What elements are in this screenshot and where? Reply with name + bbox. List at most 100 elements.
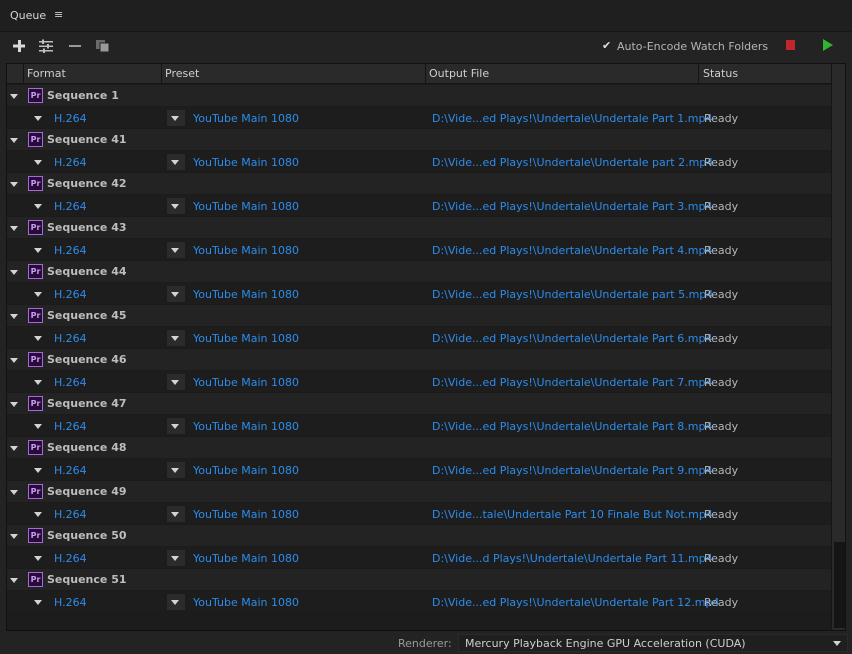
encode-item-row[interactable]: H.264 YouTube Main 1080 D:\Vide...ed Plays…: [7, 459, 831, 481]
column-preset[interactable]: Preset: [165, 67, 199, 80]
expand-triangle-icon[interactable]: [10, 578, 18, 583]
encode-item-row[interactable]: H.264 YouTube Main 1080 D:\Vide...ed Plays…: [7, 591, 831, 613]
format-dropdown-icon[interactable]: [34, 380, 42, 385]
sequence-row[interactable]: Pr Sequence 51: [7, 569, 831, 591]
format-link[interactable]: H.264: [54, 552, 87, 565]
preset-link[interactable]: YouTube Main 1080: [193, 288, 299, 301]
preset-dropdown[interactable]: [167, 506, 185, 522]
sequence-row[interactable]: Pr Sequence 47: [7, 393, 831, 415]
sequence-row[interactable]: Pr Sequence 48: [7, 437, 831, 459]
output-file-link[interactable]: D:\Vide...d Plays!\Undertale\Undertale P…: [432, 552, 713, 565]
format-dropdown-icon[interactable]: [34, 292, 42, 297]
duplicate-icon[interactable]: [95, 38, 111, 54]
format-link[interactable]: H.264: [54, 288, 87, 301]
expand-triangle-icon[interactable]: [10, 490, 18, 495]
column-divider[interactable]: [161, 64, 162, 84]
renderer-dropdown[interactable]: Mercury Playback Engine GPU Acceleration…: [458, 634, 848, 652]
preset-dropdown[interactable]: [167, 418, 185, 434]
format-link[interactable]: H.264: [54, 420, 87, 433]
encode-item-row[interactable]: H.264 YouTube Main 1080 D:\Vide...ed Plays…: [7, 283, 831, 305]
expand-triangle-icon[interactable]: [10, 534, 18, 539]
preset-dropdown[interactable]: [167, 198, 185, 214]
encode-item-row[interactable]: H.264 YouTube Main 1080 D:\Vide...d Plays!…: [7, 547, 831, 569]
output-file-link[interactable]: D:\Vide...ed Plays!\Undertale\Undertale …: [432, 112, 712, 125]
format-link[interactable]: H.264: [54, 244, 87, 257]
preset-link[interactable]: YouTube Main 1080: [193, 508, 299, 521]
expand-triangle-icon[interactable]: [10, 182, 18, 187]
expand-triangle-icon[interactable]: [10, 446, 18, 451]
vertical-scrollbar[interactable]: [831, 64, 845, 630]
format-dropdown-icon[interactable]: [34, 556, 42, 561]
preset-link[interactable]: YouTube Main 1080: [193, 156, 299, 169]
preset-link[interactable]: YouTube Main 1080: [193, 552, 299, 565]
format-link[interactable]: H.264: [54, 376, 87, 389]
format-dropdown-icon[interactable]: [34, 116, 42, 121]
preset-link[interactable]: YouTube Main 1080: [193, 200, 299, 213]
column-divider[interactable]: [425, 64, 426, 84]
output-file-link[interactable]: D:\Vide...ed Plays!\Undertale\Undertale …: [432, 420, 712, 433]
encode-item-row[interactable]: H.264 YouTube Main 1080 D:\Vide...ed Plays…: [7, 415, 831, 437]
sequence-row[interactable]: Pr Sequence 43: [7, 217, 831, 239]
preset-link[interactable]: YouTube Main 1080: [193, 420, 299, 433]
stop-queue-button[interactable]: [786, 40, 795, 50]
expand-triangle-icon[interactable]: [10, 94, 18, 99]
format-link[interactable]: H.264: [54, 200, 87, 213]
encode-item-row[interactable]: H.264 YouTube Main 1080 D:\Vide...ed Plays…: [7, 371, 831, 393]
start-queue-button[interactable]: [823, 39, 833, 51]
encode-item-row[interactable]: H.264 YouTube Main 1080 D:\Vide...ed Plays…: [7, 151, 831, 173]
output-file-link[interactable]: D:\Vide...ed Plays!\Undertale\Undertale …: [432, 200, 712, 213]
preset-dropdown[interactable]: [167, 154, 185, 170]
format-dropdown-icon[interactable]: [34, 160, 42, 165]
column-output-file[interactable]: Output File: [429, 67, 489, 80]
preset-link[interactable]: YouTube Main 1080: [193, 112, 299, 125]
format-link[interactable]: H.264: [54, 464, 87, 477]
auto-encode-watch-folders-toggle[interactable]: ✔ Auto-Encode Watch Folders: [602, 38, 768, 54]
sequence-row[interactable]: Pr Sequence 42: [7, 173, 831, 195]
minus-icon[interactable]: [67, 38, 83, 54]
expand-triangle-icon[interactable]: [10, 402, 18, 407]
preset-dropdown[interactable]: [167, 374, 185, 390]
settings-icon[interactable]: [38, 38, 54, 54]
sequence-row[interactable]: Pr Sequence 44: [7, 261, 831, 283]
output-file-link[interactable]: D:\Vide...ed Plays!\Undertale\Undertale …: [432, 288, 713, 301]
preset-dropdown[interactable]: [167, 110, 185, 126]
sequence-row[interactable]: Pr Sequence 45: [7, 305, 831, 327]
format-link[interactable]: H.264: [54, 596, 87, 609]
preset-link[interactable]: YouTube Main 1080: [193, 596, 299, 609]
format-dropdown-icon[interactable]: [34, 512, 42, 517]
format-link[interactable]: H.264: [54, 508, 87, 521]
expand-triangle-icon[interactable]: [10, 226, 18, 231]
column-status[interactable]: Status: [703, 67, 738, 80]
output-file-link[interactable]: D:\Vide...ed Plays!\Undertale\Undertale …: [432, 332, 712, 345]
preset-dropdown[interactable]: [167, 550, 185, 566]
output-file-link[interactable]: D:\Vide...ed Plays!\Undertale\Undertale …: [432, 596, 719, 609]
expand-triangle-icon[interactable]: [10, 314, 18, 319]
sequence-row[interactable]: Pr Sequence 1: [7, 85, 831, 107]
output-file-link[interactable]: D:\Vide...ed Plays!\Undertale\Undertale …: [432, 376, 712, 389]
format-dropdown-icon[interactable]: [34, 336, 42, 341]
checkmark-icon[interactable]: ✔: [602, 40, 612, 52]
output-file-link[interactable]: D:\Vide...ed Plays!\Undertale\Undertale …: [432, 464, 712, 477]
format-dropdown-icon[interactable]: [34, 600, 42, 605]
sequence-row[interactable]: Pr Sequence 41: [7, 129, 831, 151]
encode-item-row[interactable]: H.264 YouTube Main 1080 D:\Vide...ed Plays…: [7, 107, 831, 129]
preset-link[interactable]: YouTube Main 1080: [193, 464, 299, 477]
expand-triangle-icon[interactable]: [10, 358, 18, 363]
preset-dropdown[interactable]: [167, 286, 185, 302]
sequence-row[interactable]: Pr Sequence 49: [7, 481, 831, 503]
preset-link[interactable]: YouTube Main 1080: [193, 244, 299, 257]
preset-link[interactable]: YouTube Main 1080: [193, 332, 299, 345]
format-dropdown-icon[interactable]: [34, 248, 42, 253]
format-dropdown-icon[interactable]: [34, 204, 42, 209]
encode-item-row[interactable]: H.264 YouTube Main 1080 D:\Vide...ed Plays…: [7, 327, 831, 349]
panel-menu-icon[interactable]: ≡: [54, 8, 63, 21]
encode-item-row[interactable]: H.264 YouTube Main 1080 D:\Vide...tale\Und…: [7, 503, 831, 525]
format-dropdown-icon[interactable]: [34, 468, 42, 473]
encode-item-row[interactable]: H.264 YouTube Main 1080 D:\Vide...ed Plays…: [7, 239, 831, 261]
output-file-link[interactable]: D:\Vide...tale\Undertale Part 10 Finale …: [432, 508, 713, 521]
format-link[interactable]: H.264: [54, 332, 87, 345]
preset-link[interactable]: YouTube Main 1080: [193, 376, 299, 389]
format-dropdown-icon[interactable]: [34, 424, 42, 429]
preset-dropdown[interactable]: [167, 594, 185, 610]
column-divider[interactable]: [698, 64, 699, 84]
